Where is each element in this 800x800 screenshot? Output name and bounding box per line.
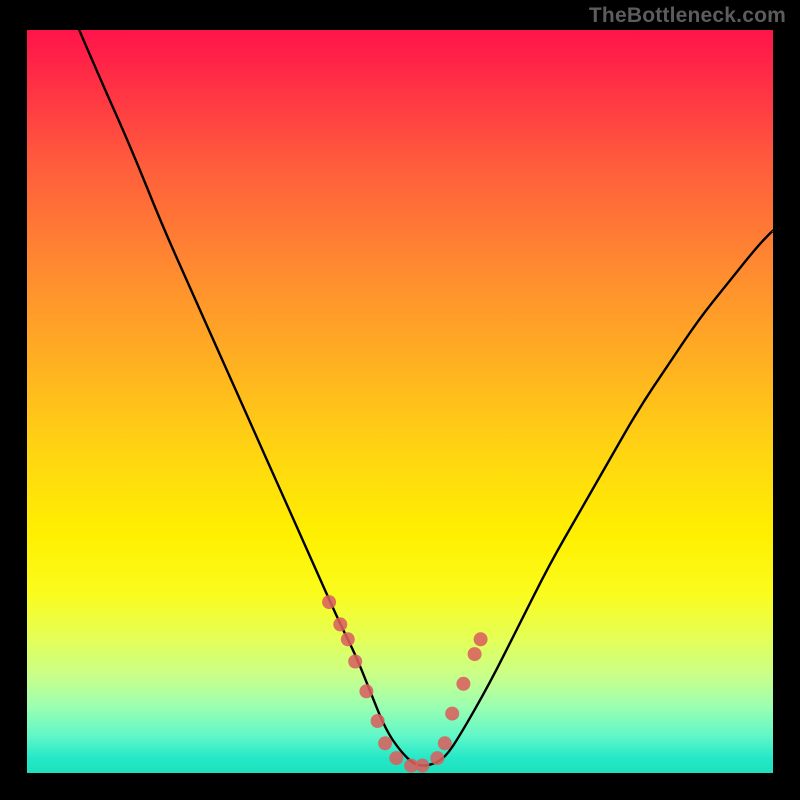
chart-frame: [27, 30, 773, 773]
curve-dot: [348, 655, 362, 669]
watermark-text: TheBottleneck.com: [589, 4, 786, 28]
curve-dot: [468, 647, 482, 661]
curve-dot: [371, 714, 385, 728]
curve-dot: [445, 707, 459, 721]
curve-dot: [322, 595, 336, 609]
bottleneck-curve: [79, 30, 773, 766]
curve-dot: [456, 677, 470, 691]
curve-dot: [474, 632, 488, 646]
curve-dot: [359, 684, 373, 698]
curve-dot: [389, 751, 403, 765]
curve-dot: [430, 751, 444, 765]
curve-dot: [378, 736, 392, 750]
curve-dot: [341, 632, 355, 646]
curve-dot: [438, 736, 452, 750]
curve-dot: [333, 617, 347, 631]
curve-dots: [322, 595, 488, 773]
curve-dot: [415, 759, 429, 773]
chart-svg: [27, 30, 773, 773]
